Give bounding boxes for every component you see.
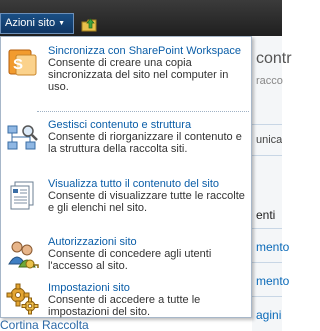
page-text-fragment: unica (256, 134, 283, 146)
column-header-fragment: enti (256, 208, 276, 222)
menu-item-description: Consente di visualizzare tutte le raccol… (48, 190, 245, 214)
menu-item-description: Consente di concedere agli utenti l'acce… (48, 248, 212, 272)
menu-item-description: Consente di accedere a tutte le impostaz… (48, 294, 201, 318)
menu-item-title: Impostazioni sito (48, 282, 130, 294)
menu-item-description: Consente di riorganizzare il contenuto e… (48, 131, 242, 155)
divider (252, 124, 282, 125)
list-link[interactable]: mento (256, 274, 289, 288)
bottom-link-fragment[interactable]: Cortina Raccolta (0, 318, 89, 331)
view-content-icon (10, 181, 34, 210)
permissions-icon (8, 241, 39, 269)
menu-item-title: Sincronizza con SharePoint Workspace (48, 45, 242, 57)
site-actions-button[interactable]: Azioni sito ▼ (0, 13, 74, 34)
menu-item-site-settings[interactable]: Impostazioni sito Consente di accedere a… (1, 282, 251, 318)
divider (252, 155, 282, 156)
menu-item-view-all-content[interactable]: Visualizza tutto il contenuto del sito C… (1, 178, 251, 238)
menu-item-title: Autorizzazioni sito (48, 236, 137, 248)
menu-item-manage-content[interactable]: Gestisci contenuto e struttura Consente … (1, 116, 251, 178)
site-actions-menu: S Sincronizza con SharePoint Workspace C… (0, 36, 252, 318)
menu-item-title: Gestisci contenuto e struttura (48, 119, 192, 131)
site-actions-label: Azioni sito (5, 17, 56, 29)
divider (252, 296, 282, 297)
list-link[interactable]: agini (256, 308, 281, 322)
svg-text:S: S (13, 56, 23, 73)
menu-item-site-permissions[interactable]: Autorizzazioni sito Consente di conceder… (1, 236, 251, 282)
page-title-fragment: contr (256, 50, 292, 67)
divider (252, 228, 282, 229)
list-link[interactable]: mento (256, 240, 289, 254)
menu-item-sync-workspace[interactable]: S Sincronizza con SharePoint Workspace C… (1, 41, 251, 111)
chevron-down-icon: ▼ (58, 20, 66, 27)
divider (252, 262, 282, 263)
navigate-up-icon[interactable] (80, 15, 98, 33)
sharepoint-workspace-icon: S (8, 49, 37, 76)
menu-item-title: Visualizza tutto il contenuto del sito (48, 178, 220, 190)
menu-separator (37, 111, 249, 112)
manage-structure-icon (7, 125, 38, 150)
page-subtitle-fragment: racco (256, 75, 283, 87)
menu-item-description: Consente di creare una copia sincronizza… (48, 57, 229, 93)
settings-gear-icon (6, 283, 39, 315)
